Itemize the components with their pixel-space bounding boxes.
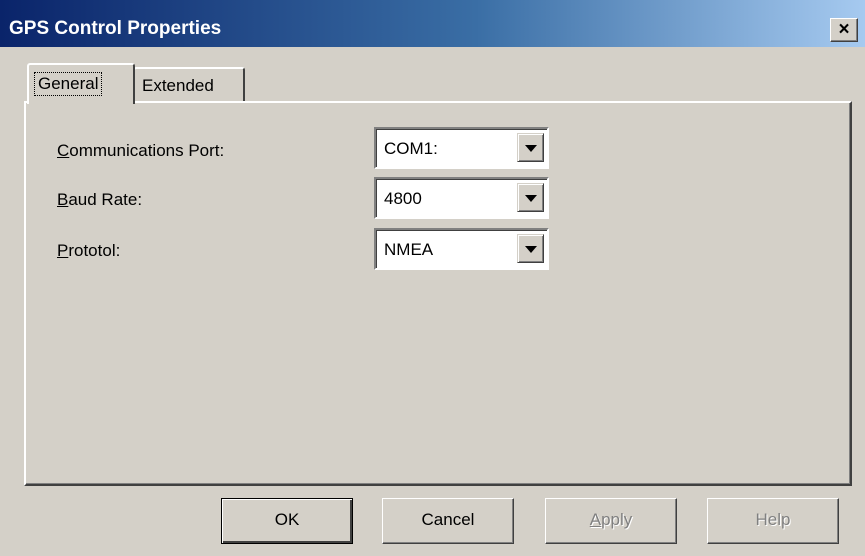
protocol-label-text: rototol: [68, 241, 121, 260]
baud-rate-dropdown-button[interactable] [517, 183, 544, 212]
communications-port-label-text: ommunications Port: [69, 141, 225, 160]
cancel-button[interactable]: Cancel [382, 498, 514, 544]
ok-button-label: OK [274, 510, 300, 529]
baud-rate-accelerator: B [57, 190, 69, 209]
close-icon: × [838, 19, 850, 40]
baud-rate-select[interactable]: 4800 [374, 177, 549, 219]
chevron-down-icon [525, 145, 537, 152]
cancel-button-label: Cancel [421, 510, 475, 529]
close-button[interactable]: × [830, 18, 858, 42]
communications-port-accelerator: C [57, 141, 70, 160]
ok-button[interactable]: OK [221, 498, 353, 544]
tab-extended-label: Extended [142, 76, 214, 95]
protocol-select[interactable]: NMEA [374, 228, 549, 270]
apply-button[interactable]: Apply [545, 498, 677, 544]
protocol-value: NMEA [384, 240, 434, 259]
chevron-down-icon [525, 246, 537, 253]
tab-general-label: General [34, 72, 103, 96]
communications-port-label: Communications Port: [57, 141, 224, 161]
communications-port-select[interactable]: COM1: [374, 127, 549, 169]
title-bar[interactable]: GPS Control Properties × [0, 0, 865, 47]
communications-port-dropdown-button[interactable] [517, 133, 544, 162]
chevron-down-icon [525, 195, 537, 202]
apply-button-label: pply [601, 510, 633, 529]
baud-rate-label-text: aud Rate: [68, 190, 143, 209]
protocol-accelerator: P [57, 241, 69, 260]
window-title: GPS Control Properties [9, 18, 222, 39]
baud-rate-label: Baud Rate: [57, 190, 142, 210]
tab-extended[interactable]: Extended [133, 67, 245, 101]
help-button[interactable]: Help [707, 498, 839, 544]
protocol-dropdown-button[interactable] [517, 234, 544, 263]
help-button-label: Help [755, 510, 791, 529]
baud-rate-value: 4800 [384, 189, 422, 208]
tab-general[interactable]: General [27, 63, 135, 104]
protocol-label: Prototol: [57, 241, 120, 261]
communications-port-value: COM1: [384, 139, 438, 158]
apply-button-accelerator: A [589, 510, 602, 529]
